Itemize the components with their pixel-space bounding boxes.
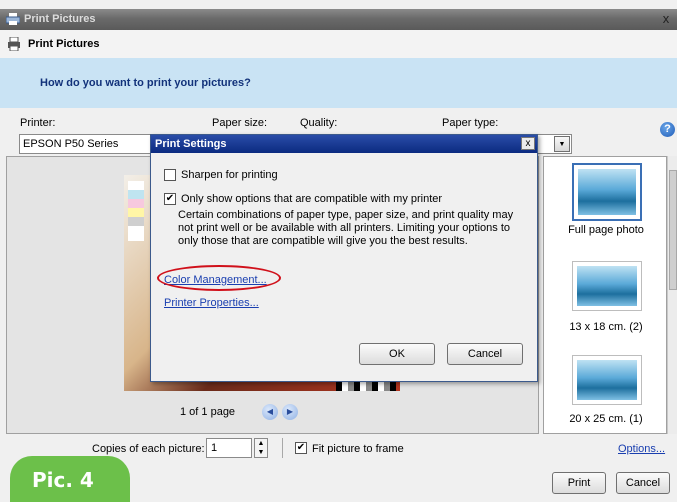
dialog-close-button[interactable]: x — [521, 137, 535, 150]
fit-to-frame-label: Fit picture to frame — [312, 443, 404, 455]
layout-thumb-20x25[interactable] — [572, 355, 642, 405]
highlight-circle — [157, 265, 281, 291]
compatibility-description: Certain combinations of paper type, pape… — [178, 209, 523, 248]
printer-properties-link[interactable]: Printer Properties... — [164, 297, 259, 309]
window-close-button[interactable]: x — [659, 11, 673, 27]
print-pictures-window: Print Pictures x Print Pictures How do y… — [0, 0, 677, 502]
printer-icon — [8, 37, 20, 51]
options-link[interactable]: Options... — [618, 443, 665, 455]
figure-badge: Pic. 4 — [10, 456, 130, 502]
layout-thumb-full-page[interactable] — [572, 163, 642, 221]
description-line: only those that are compatible will give… — [178, 235, 468, 247]
layout-thumb-13x18[interactable] — [572, 261, 642, 311]
dialog-title: Print Settings — [155, 138, 227, 150]
chevron-down-icon: ▼ — [554, 136, 570, 152]
description-line: Certain combinations of paper type, pape… — [178, 209, 514, 221]
next-page-button[interactable]: ▶ — [282, 404, 298, 420]
printer-label: Printer: — [20, 117, 56, 129]
paper-type-label: Paper type: — [442, 117, 499, 129]
printer-icon — [6, 13, 20, 25]
sharpen-label: Sharpen for printing — [181, 169, 278, 181]
copies-label: Copies of each picture: — [92, 443, 205, 455]
layout-caption: Full page photo — [568, 224, 644, 236]
sharpen-checkbox[interactable] — [164, 169, 176, 181]
printer-select[interactable]: EPSON P50 Series — [19, 134, 151, 154]
layout-caption: 20 x 25 cm. (1) — [569, 413, 643, 425]
gray-bars — [336, 381, 396, 391]
dialog-cancel-button[interactable]: Cancel — [447, 343, 523, 365]
color-swatch-strip — [128, 181, 144, 241]
compatible-only-label: Only show options that are compatible wi… — [181, 193, 443, 205]
copies-stepper[interactable]: ▲ ▼ — [254, 438, 268, 458]
page-header: Print Pictures — [0, 30, 677, 58]
cancel-button[interactable]: Cancel — [616, 472, 670, 494]
print-settings-dialog: Print Settings x Sharpen for printing ✔ … — [150, 134, 538, 382]
help-icon[interactable]: ? — [660, 122, 675, 137]
instruction-text: How do you want to print your pictures? — [40, 77, 251, 89]
dialog-title-bar: Print Settings x — [151, 135, 537, 153]
page-indicator: 1 of 1 page — [180, 406, 236, 418]
window-title: Print Pictures — [24, 13, 96, 25]
page-title: Print Pictures — [28, 38, 100, 50]
print-button[interactable]: Print — [552, 472, 606, 494]
paper-type-select[interactable]: ▼ — [538, 134, 572, 154]
layout-thumbnail-list: Full page photo 13 x 18 cm. (2) 20 x 25 … — [543, 156, 667, 434]
copies-input[interactable]: 1 — [206, 438, 252, 458]
figure-badge-label: Pic. 4 — [32, 468, 94, 492]
scrollbar-thumb[interactable] — [669, 170, 677, 290]
previous-page-button[interactable]: ◀ — [262, 404, 278, 420]
paper-size-label: Paper size: — [212, 117, 268, 129]
quality-label: Quality: — [300, 117, 338, 129]
compatible-only-checkbox[interactable]: ✔ — [164, 193, 176, 205]
divider — [282, 438, 283, 458]
settings-labels-row: Printer: Paper size: Quality: Paper type… — [0, 108, 677, 137]
instruction-banner: How do you want to print your pictures? — [0, 58, 677, 108]
printer-value: EPSON P50 Series — [23, 138, 119, 150]
thumbnail-scrollbar[interactable] — [667, 156, 677, 434]
description-line: not print well or be available with all … — [178, 222, 510, 234]
ok-button[interactable]: OK — [359, 343, 435, 365]
title-bar: Print Pictures x — [0, 9, 677, 30]
layout-caption: 13 x 18 cm. (2) — [569, 321, 643, 333]
fit-to-frame-checkbox[interactable]: ✔ — [295, 442, 307, 454]
